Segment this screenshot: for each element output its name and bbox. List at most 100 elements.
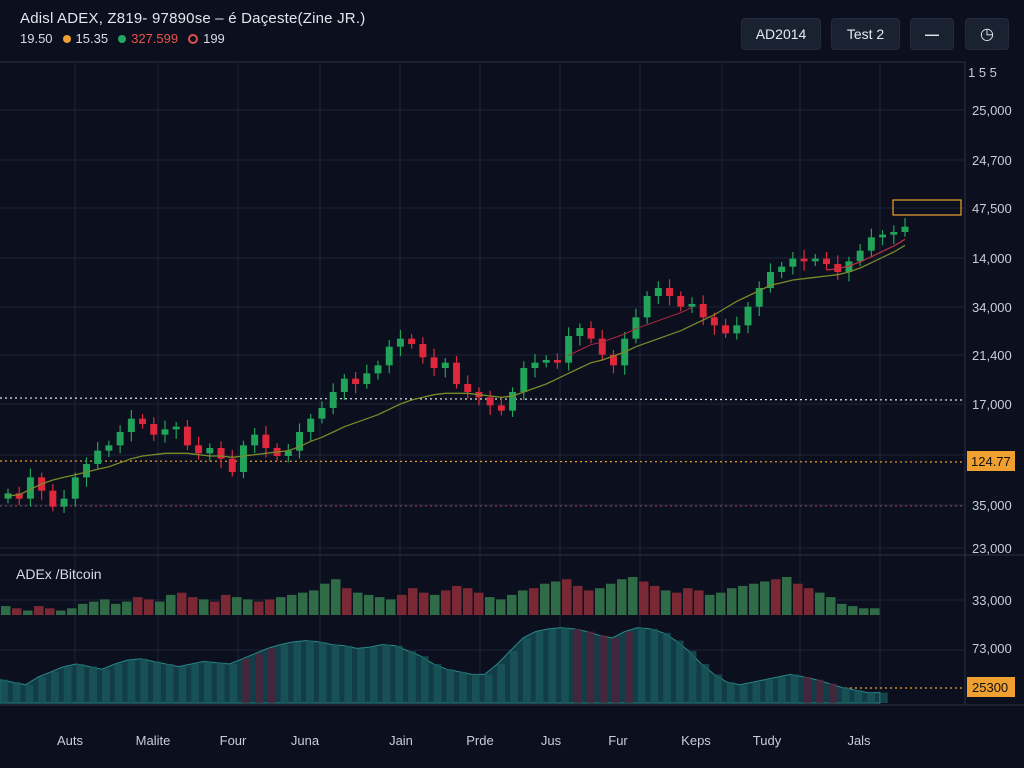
- volume-bar: [540, 583, 550, 615]
- y-tick-label: 47,500: [972, 201, 1012, 216]
- volume-bar: [342, 588, 352, 615]
- indicator-bar: [867, 692, 875, 703]
- x-tick-label: Keps: [681, 733, 711, 748]
- indicator-bar: [318, 641, 327, 703]
- reference-line-white: [0, 397, 966, 401]
- candle-body: [71, 477, 79, 499]
- volume-bar: [848, 606, 858, 615]
- indicator-bar: [701, 664, 710, 703]
- y-tick-label: 21,400: [972, 348, 1012, 363]
- indicator-bar: [0, 679, 8, 703]
- candle-body: [733, 325, 741, 334]
- volume-bar: [353, 592, 363, 615]
- indicator-bar: [331, 644, 340, 703]
- candle-body: [419, 344, 427, 358]
- reference-line-orange: [0, 460, 966, 463]
- indicator-bar: [165, 664, 174, 703]
- indicator-bar: [803, 677, 812, 703]
- candle-body: [856, 250, 864, 262]
- volume-bar: [430, 594, 440, 615]
- volume-bar: [232, 597, 242, 615]
- indicator-bar: [191, 664, 200, 703]
- indicator-bar: [242, 658, 251, 703]
- candle-body: [183, 426, 191, 446]
- indicator-bar: [765, 679, 773, 703]
- candle-body: [520, 368, 528, 392]
- candle-body: [722, 325, 730, 334]
- y-tick-label: 34,000: [972, 300, 1012, 315]
- candle-body: [654, 288, 662, 296]
- volume-bar: [243, 599, 253, 615]
- indicator-bar: [140, 658, 149, 703]
- indicator-bar: [267, 648, 276, 703]
- volume-bar: [298, 592, 308, 615]
- volume-bar: [320, 583, 330, 615]
- indicator-bar: [382, 644, 391, 703]
- indicator-bar: [535, 631, 544, 703]
- volume-bar: [375, 597, 385, 615]
- volume-bar: [397, 594, 407, 615]
- price-chart: [4, 218, 909, 513]
- indicator-bar: [344, 645, 353, 703]
- candle-body: [486, 397, 494, 406]
- indicator-bar: [216, 662, 225, 703]
- x-tick-label: Tudy: [753, 733, 782, 748]
- volume-bar: [749, 583, 759, 615]
- volume-bar: [606, 583, 616, 615]
- candle-body: [228, 458, 236, 472]
- candle-body: [643, 296, 651, 318]
- indicator-bar: [255, 653, 263, 703]
- indicator-bar: [484, 674, 493, 703]
- volume-bar: [34, 606, 44, 615]
- volume-bar: [56, 610, 66, 615]
- volume-bar: [210, 601, 220, 615]
- volume-bar: [122, 601, 132, 615]
- indicator-bar: [637, 627, 646, 703]
- candle-body: [127, 418, 135, 432]
- volume-bar: [45, 608, 55, 615]
- volume-bar: [518, 590, 528, 615]
- volume-bar: [573, 585, 583, 615]
- volume-bar: [265, 599, 275, 615]
- volume-bar: [683, 588, 693, 615]
- candle-body: [441, 362, 449, 368]
- candle-body: [396, 338, 404, 347]
- candle-body: [789, 258, 797, 267]
- indicator-bar: [599, 635, 608, 703]
- indicator-bar: [777, 677, 786, 703]
- indicator-bar: [561, 627, 569, 703]
- candle-body: [811, 258, 819, 262]
- x-tick-label: Auts: [57, 733, 84, 748]
- indicator-bar: [714, 674, 722, 703]
- indicator-bar: [51, 671, 59, 703]
- indicator-bar: [739, 684, 748, 703]
- candle-body: [823, 258, 830, 264]
- lower-y-tick-label: 73,000: [972, 641, 1012, 656]
- volume-bar: [815, 592, 825, 615]
- volume-bar: [166, 594, 176, 615]
- volume-bar: [870, 608, 880, 615]
- indicator-bar: [153, 661, 161, 703]
- indicator-bar: [854, 690, 863, 703]
- y-tick-label: 17,000: [972, 397, 1012, 412]
- candle-body: [879, 234, 887, 238]
- indicator-bar: [63, 666, 72, 703]
- volume-bar: [474, 592, 484, 615]
- indicator-bar: [573, 628, 582, 703]
- indicator-bar: [841, 687, 850, 703]
- volume-bar: [89, 601, 99, 615]
- candle-body: [464, 384, 472, 392]
- x-tick-label: Fur: [608, 733, 628, 748]
- candle-body: [542, 360, 550, 363]
- volume-bar: [309, 590, 319, 615]
- signal-line: [568, 306, 693, 356]
- candle-body: [251, 434, 259, 446]
- volume-bar: [727, 588, 737, 615]
- volume-bar: [650, 585, 660, 615]
- indicator-bar: [688, 651, 697, 703]
- x-tick-label: Four: [220, 733, 247, 748]
- volume-bar: [144, 599, 154, 615]
- candle-body: [587, 328, 595, 339]
- y-tick-label: 24,700: [972, 153, 1012, 168]
- indicator-bar: [204, 661, 212, 703]
